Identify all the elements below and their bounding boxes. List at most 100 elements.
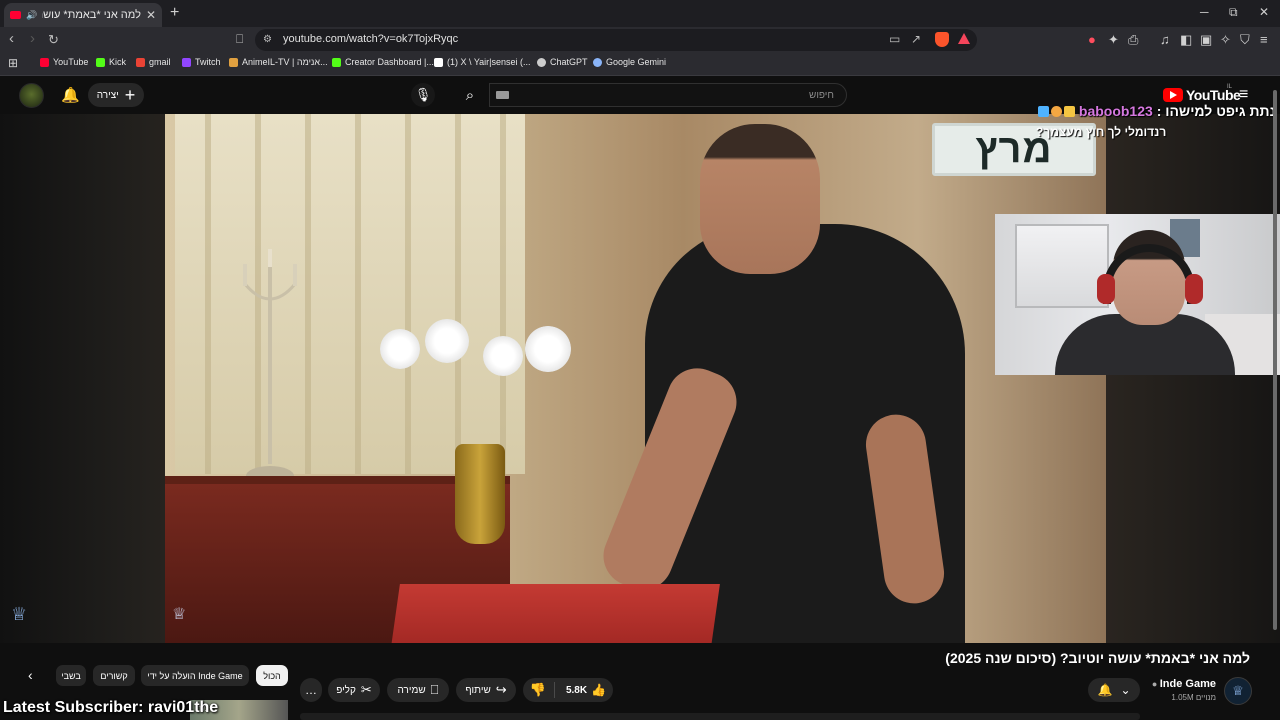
chip-recent[interactable]: בשבי	[56, 665, 86, 686]
chat-badge-icon	[1051, 106, 1062, 117]
channel-name-text: Inde Game	[1159, 678, 1216, 690]
media-icon[interactable]: ♫	[1160, 32, 1170, 47]
chip-related[interactable]: קשורים	[93, 665, 135, 686]
chat-badge-icon	[1064, 106, 1075, 117]
notifications-bell-icon[interactable]: 🔔	[61, 86, 80, 104]
create-button[interactable]: יצירה +	[88, 83, 144, 107]
youtube-favicon-icon	[10, 11, 21, 19]
webcam-window	[1015, 224, 1109, 308]
subscriber-count: 1.05M מנויים	[1171, 693, 1216, 702]
youtube-play-icon	[1163, 88, 1183, 102]
account-avatar[interactable]	[19, 83, 44, 108]
bookmark-icon[interactable]: ⎕	[236, 32, 243, 47]
share-page-icon[interactable]: ↗	[911, 32, 921, 46]
audio-icon[interactable]: 🔊	[26, 10, 37, 21]
chips-prev-chevron-icon[interactable]: ‹	[28, 667, 33, 683]
screenshot-icon[interactable]: ⎙	[1128, 32, 1138, 48]
candelabra-icon	[243, 249, 297, 486]
description-box-edge[interactable]	[300, 713, 1140, 720]
sidebar-icon[interactable]: ◧	[1180, 32, 1192, 48]
stream-crown-logo-icon: ♕	[11, 604, 28, 624]
clip-button[interactable]: קליפ ✂	[328, 678, 380, 702]
search-icon: ⌕	[465, 86, 475, 104]
page-scrollbar[interactable]	[1273, 90, 1277, 630]
youtube-icon	[40, 57, 49, 67]
bookmark-animeil[interactable]: AnimeIL-TV | אנימה...	[229, 57, 328, 67]
url-text[interactable]: youtube.com/watch?v=ok7TojxRyqc	[283, 33, 458, 45]
dislike-button[interactable]: 👎	[523, 678, 553, 702]
wallet-icon[interactable]: ▣	[1200, 32, 1212, 48]
animeil-icon	[229, 57, 238, 67]
country-code: IL	[1227, 84, 1233, 90]
bookmark-kick[interactable]: Kick	[96, 57, 126, 67]
headphone-cup	[1185, 274, 1203, 304]
ambient-right	[1106, 114, 1280, 643]
apps-grid-icon[interactable]: ⊞	[8, 56, 18, 70]
new-tab-button[interactable]: +	[170, 4, 179, 22]
guide-menu-icon[interactable]: ≡	[1239, 86, 1248, 104]
window-minimize-button[interactable]: ─	[1200, 5, 1209, 19]
window-maximize-button[interactable]: ⧉	[1229, 5, 1238, 20]
video-player[interactable]: מרץ ♕	[165, 114, 1106, 643]
bookmark-label: Twitch	[195, 57, 221, 67]
chip-uploaded-by[interactable]: הועלה על ידי Inde Game	[141, 665, 249, 686]
search-button[interactable]: ⌕	[452, 83, 488, 107]
brave-shields-icon[interactable]	[935, 32, 949, 47]
clip-label: קליפ	[336, 684, 356, 696]
subscription-button[interactable]: 🔔 ⌄	[1088, 678, 1140, 702]
video-title: למה אני *באמת* עושה יוטיוב? (סיכום שנה 2…	[945, 650, 1250, 666]
share-label: שיתוף	[465, 684, 491, 696]
thumbs-up-icon: 👍	[591, 683, 607, 697]
chat-prefix: נתת גיפט למישהו :	[1156, 103, 1276, 119]
save-label: שמירה	[397, 684, 426, 696]
gift-box	[390, 584, 720, 643]
forward-icon[interactable]: ›	[30, 30, 35, 47]
extension-record-icon[interactable]: ●	[1088, 32, 1096, 47]
search-field[interactable]	[489, 83, 847, 107]
save-button[interactable]: שמירה ⎕	[387, 678, 449, 702]
bookmark-x[interactable]: (1) X \ Yair|sensei (...	[434, 57, 531, 67]
bookmark-twitch[interactable]: Twitch	[182, 57, 221, 67]
voice-search-mic-icon[interactable]: 🎙	[411, 83, 435, 107]
bookmark-label: (1) X \ Yair|sensei (...	[447, 57, 531, 67]
bookmark-creator-dashboard[interactable]: Creator Dashboard |...	[332, 57, 434, 67]
back-icon[interactable]: ‹	[9, 30, 14, 47]
twitch-icon	[182, 57, 191, 67]
vase	[455, 444, 505, 544]
leo-ai-icon[interactable]: ✧	[1220, 32, 1231, 48]
like-button[interactable]: 5.8K 👍	[560, 678, 612, 702]
tab-close-button[interactable]: ✕	[146, 8, 156, 22]
menu-icon[interactable]: ≡	[1260, 32, 1268, 47]
bookmark-youtube[interactable]: YouTube	[40, 57, 88, 67]
bookmark-label: Google Gemini	[606, 57, 667, 67]
bookmark-label: YouTube	[53, 57, 89, 67]
bookmark-chatgpt[interactable]: ChatGPT	[537, 57, 588, 67]
bookmark-label: gmail	[149, 57, 171, 67]
kick-icon	[332, 57, 341, 67]
flower	[425, 319, 469, 363]
window-close-button[interactable]: ✕	[1259, 5, 1269, 19]
chip-all[interactable]: הכול	[256, 665, 288, 686]
channel-avatar[interactable]: ♕	[1224, 677, 1252, 705]
share-button[interactable]: שיתוף ↪	[456, 678, 516, 702]
bookmark-gmail[interactable]: gmail	[136, 57, 171, 67]
chevron-down-icon: ⌄	[1120, 683, 1131, 697]
thumbs-down-icon: 👎	[529, 682, 547, 697]
site-settings-icon[interactable]: ⚙	[263, 34, 272, 45]
x-icon	[434, 57, 443, 67]
extensions-icon[interactable]: ✦	[1108, 32, 1119, 48]
search-input[interactable]	[490, 84, 846, 106]
flower	[483, 336, 523, 376]
cast-icon[interactable]: ▭	[889, 32, 900, 46]
browser-tab-active[interactable]: 🔊 למה אני *באמת* עושה יוטיוב? ✕	[4, 3, 162, 27]
brave-rewards-icon[interactable]	[958, 33, 970, 44]
vpn-icon[interactable]: ⛉	[1240, 32, 1250, 48]
chatgpt-icon	[537, 57, 546, 67]
keyboard-icon[interactable]	[496, 91, 509, 99]
more-actions-button[interactable]: …	[300, 678, 322, 702]
channel-name[interactable]: ● Inde Game	[1150, 678, 1216, 690]
more-icon: …	[305, 683, 317, 697]
verified-icon: ●	[1151, 679, 1160, 689]
reload-icon[interactable]: ↻	[48, 32, 59, 48]
bookmark-gemini[interactable]: Google Gemini	[593, 57, 666, 67]
